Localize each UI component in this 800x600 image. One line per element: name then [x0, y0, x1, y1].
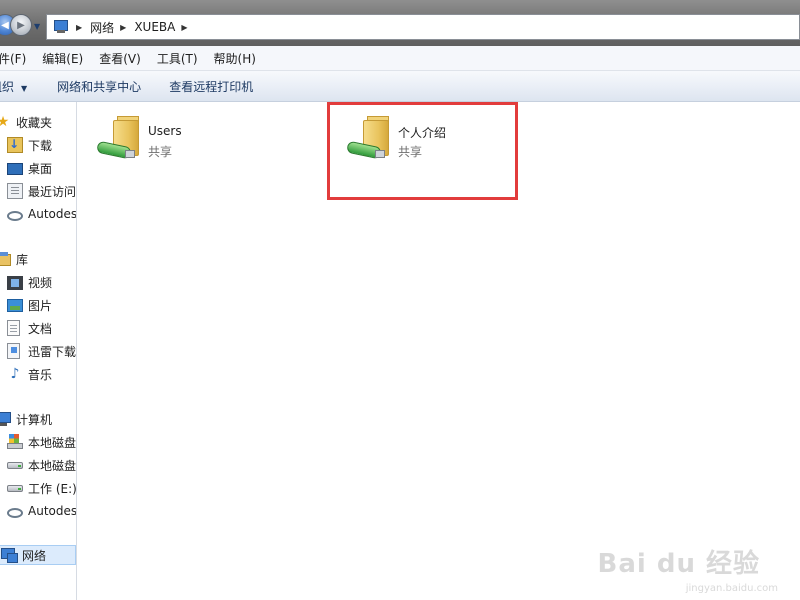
menu-edit[interactable]: 编辑(E)	[34, 50, 91, 67]
breadcrumb-separator-icon[interactable]: ▶	[120, 23, 126, 32]
autodesk-icon	[7, 507, 23, 518]
highlight-annotation	[327, 102, 518, 200]
share-name: Users	[148, 124, 182, 138]
xunlei-download-icon	[7, 343, 20, 359]
menu-file[interactable]: 件(F)	[0, 50, 34, 67]
shared-folder-icon	[95, 114, 143, 162]
download-folder-icon	[7, 137, 23, 153]
nav-item-local-disk-d[interactable]: 本地磁盘	[7, 455, 76, 475]
nav-item-autodesk-favorite[interactable]: Autodes	[7, 204, 77, 224]
arrow-right-icon: ▶	[17, 19, 25, 31]
music-note-icon: ♪	[10, 366, 20, 382]
nav-network[interactable]: 网络	[0, 545, 76, 565]
address-field[interactable]: ▶ 网络 ▶ XUEBA ▶	[46, 14, 800, 40]
nav-label: 音乐	[28, 367, 53, 382]
nav-libraries[interactable]: 库	[0, 249, 28, 269]
chevron-down-icon: ▼	[21, 83, 28, 93]
nav-item-pictures[interactable]: 图片	[7, 295, 52, 315]
command-bar: 组织 ▼ 网络和共享中心 查看远程打印机	[0, 71, 800, 102]
organize-label: 组织	[0, 79, 15, 94]
nav-computer[interactable]: 计算机	[0, 409, 52, 429]
nav-label: 图片	[28, 298, 53, 313]
nav-item-videos[interactable]: 视频	[7, 272, 52, 292]
video-library-icon	[7, 275, 23, 290]
nav-item-xunlei[interactable]: 迅雷下载	[7, 341, 76, 361]
menu-bar: 件(F) 编辑(E) 查看(V) 工具(T) 帮助(H)	[0, 46, 800, 71]
library-icon	[0, 252, 11, 266]
network-icon	[1, 547, 18, 563]
nav-label: 视频	[28, 275, 53, 290]
nav-label: 下载	[28, 138, 53, 153]
nav-label: 库	[16, 252, 29, 267]
nav-item-recent[interactable]: 最近访问	[7, 181, 76, 201]
nav-label: 工作 (E:)	[28, 481, 77, 496]
watermark-url: jingyan.baidu.com	[685, 583, 778, 594]
menu-view[interactable]: 查看(V)	[91, 50, 149, 67]
nav-item-downloads[interactable]: 下载	[7, 135, 52, 155]
share-type: 共享	[148, 145, 173, 159]
nav-favorites[interactable]: ★ 收藏夹	[0, 112, 52, 132]
nav-item-autodesk-drive[interactable]: Autodes	[7, 501, 77, 521]
shared-folder-users[interactable]: Users 共享	[95, 110, 275, 170]
star-icon: ★	[0, 114, 11, 130]
nav-label: Autodes	[28, 504, 77, 518]
picture-library-icon	[7, 299, 23, 312]
nav-label: 本地磁盘	[28, 435, 77, 450]
recent-places-icon	[7, 183, 23, 199]
nav-label: 收藏夹	[16, 115, 53, 130]
nav-label: 计算机	[16, 412, 53, 427]
nav-label: 桌面	[28, 161, 53, 176]
nav-item-desktop[interactable]: 桌面	[7, 158, 52, 178]
breadcrumb-separator-icon[interactable]: ▶	[181, 23, 187, 32]
breadcrumb-xueba[interactable]: XUEBA	[134, 20, 175, 34]
nav-label: Autodes	[28, 207, 77, 221]
organize-button[interactable]: 组织 ▼	[0, 78, 27, 95]
nav-label: 迅雷下载	[28, 344, 77, 359]
menu-help[interactable]: 帮助(H)	[206, 50, 264, 67]
breadcrumb-network[interactable]: 网络	[90, 19, 114, 36]
autodesk-icon	[7, 210, 23, 221]
hard-disk-icon	[7, 480, 23, 496]
nav-item-local-disk-c[interactable]: 本地磁盘	[7, 432, 76, 452]
computer-icon	[0, 411, 11, 427]
navigation-pane: ★ 收藏夹 下载 桌面 最近访问 Autodes 库 视频 图片 文档 迅雷下载…	[0, 102, 77, 600]
document-library-icon	[7, 320, 20, 336]
network-sharing-center-button[interactable]: 网络和共享中心	[57, 78, 141, 95]
nav-item-documents[interactable]: 文档	[7, 318, 52, 338]
hard-disk-icon	[7, 457, 23, 473]
file-list: Users 共享 个人介绍 共享 Bai du 经验 jingyan.baidu…	[77, 102, 800, 600]
forward-button[interactable]: ▶	[10, 14, 32, 36]
history-dropdown-icon[interactable]: ▼	[34, 22, 40, 31]
nav-item-music[interactable]: ♪ 音乐	[7, 364, 52, 384]
view-remote-printers-button[interactable]: 查看远程打印机	[169, 78, 253, 95]
address-bar: ◀ ▶ ▼ ▶ 网络 ▶ XUEBA ▶	[0, 0, 800, 46]
nav-label: 最近访问	[28, 184, 77, 199]
breadcrumb-separator-icon[interactable]: ▶	[76, 23, 82, 32]
nav-label: 网络	[22, 548, 47, 563]
nav-label: 文档	[28, 321, 53, 336]
computer-icon	[52, 19, 70, 35]
nav-item-work-e[interactable]: 工作 (E:)	[7, 478, 77, 498]
system-disk-icon	[7, 434, 23, 450]
watermark: Bai du 经验	[597, 549, 760, 579]
menu-tools[interactable]: 工具(T)	[149, 50, 206, 67]
desktop-icon	[7, 163, 23, 175]
arrow-left-icon: ◀	[1, 19, 9, 31]
nav-label: 本地磁盘	[28, 458, 77, 473]
